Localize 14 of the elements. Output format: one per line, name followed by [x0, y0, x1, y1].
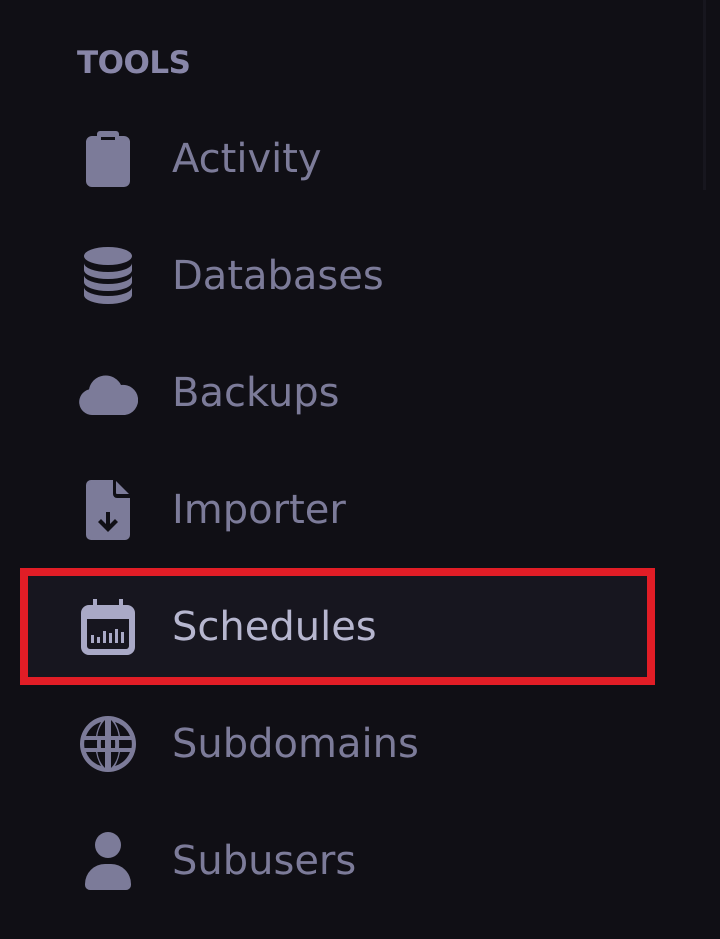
file-download-icon	[86, 480, 130, 540]
sidebar-item[interactable]: Subusers	[20, 802, 655, 919]
user-icon	[85, 832, 131, 890]
calendar-icon	[81, 598, 135, 654]
sidebar-item[interactable]: Databases	[20, 217, 655, 334]
globe-icon	[80, 716, 136, 772]
sidebar-item[interactable]: Importer	[20, 451, 655, 568]
sidebar-item[interactable]: Activity	[20, 100, 655, 217]
sidebar-item[interactable]: Subdomains	[20, 685, 655, 802]
sidebar-item[interactable]: Schedules	[20, 568, 655, 685]
database-icon	[83, 246, 133, 304]
sidebar-item[interactable]: Backups	[20, 334, 655, 451]
section-heading: TOOLS	[77, 44, 190, 82]
clipboard-icon	[86, 130, 130, 186]
